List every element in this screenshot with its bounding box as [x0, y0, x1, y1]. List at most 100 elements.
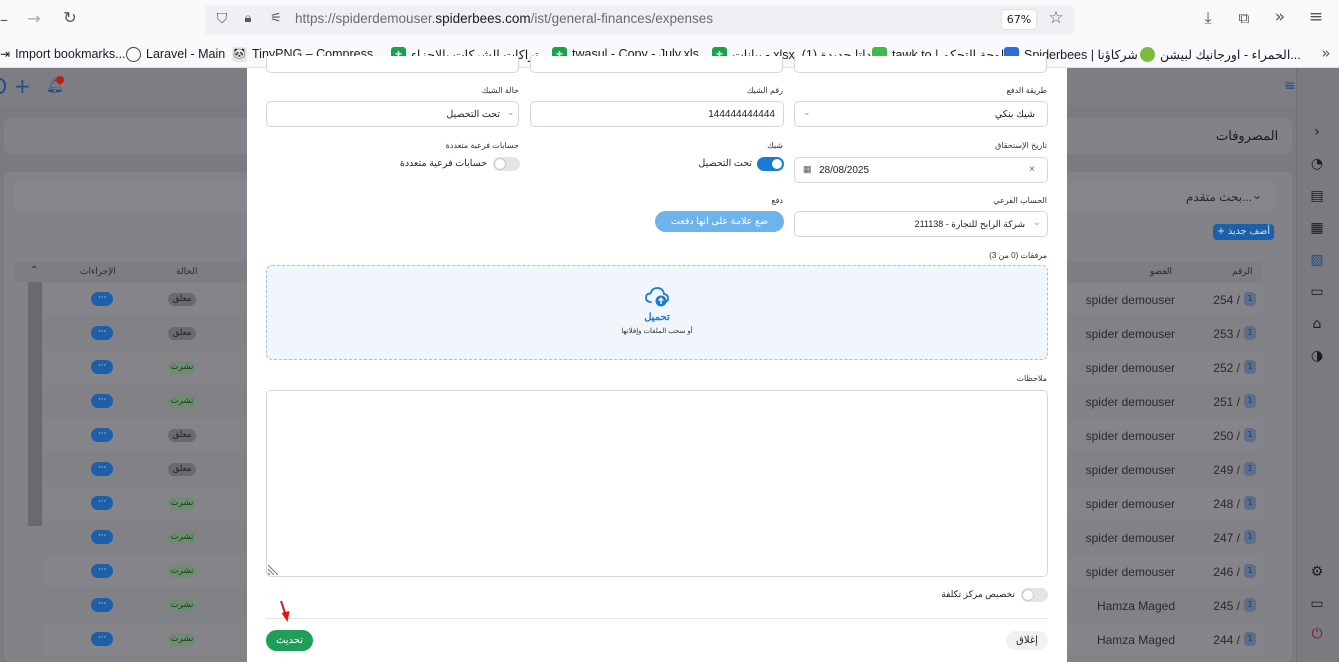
row-member: spider demouser	[1085, 497, 1175, 511]
row-id: 248 /	[1213, 497, 1240, 511]
add-icon[interactable]: +	[14, 76, 31, 96]
row-member: spider demouser	[1085, 361, 1175, 375]
col-actions: الإجراءات	[80, 266, 116, 276]
add-new-button[interactable]: + أضف جديد	[1213, 224, 1274, 240]
bookmark-laravel[interactable]: Laravel - Main	[126, 45, 225, 63]
status-badge: نشرت	[168, 599, 196, 612]
report-icon[interactable]: ◑	[1309, 348, 1325, 364]
col-status: الحالة	[176, 266, 198, 276]
row-actions-button[interactable]: ···	[91, 292, 113, 306]
browser-toolbar: – → ↻ ⛉ 🔒︎ ⚟ https://spiderdemouser.spid…	[0, 0, 1339, 40]
cheque-number-value: 144444444444	[708, 109, 775, 120]
notes-textarea[interactable]	[266, 390, 1048, 577]
payment-method-select[interactable]: ⌄ شيك بنكي	[794, 101, 1048, 127]
row-badge: 1	[1244, 496, 1256, 510]
close-button[interactable]: إغلاق	[1006, 631, 1048, 650]
status-badge: معلق	[168, 327, 196, 340]
status-badge: معلق	[168, 429, 196, 442]
gear-icon[interactable]: ⚙	[1309, 564, 1325, 580]
hamburger-icon[interactable]: ≡	[1284, 78, 1296, 94]
leaf-icon	[1140, 46, 1155, 62]
row-id: 249 /	[1213, 463, 1240, 477]
row-member: spider demouser	[1085, 531, 1175, 545]
row-badge: 1	[1244, 530, 1256, 544]
bookmarks-overflow-icon[interactable]: »	[1316, 44, 1336, 62]
zoom-level[interactable]: 67%	[1001, 9, 1037, 30]
row-actions-button[interactable]: ···	[91, 564, 113, 578]
update-button[interactable]: تحديث	[266, 630, 313, 651]
cropped-field-left[interactable]	[266, 56, 519, 73]
col-number: الرقم	[1232, 266, 1253, 276]
resize-handle-icon[interactable]	[267, 561, 282, 576]
panda-icon: 🐼︎	[232, 46, 247, 62]
wallet-icon[interactable]: ▭	[1309, 284, 1325, 300]
row-id: 250 /	[1213, 429, 1240, 443]
chevron-down-icon: ⌄	[507, 107, 515, 117]
url-text[interactable]: https://spiderdemouser.spiderbees.com/is…	[295, 11, 713, 26]
cropped-field-right[interactable]	[794, 56, 1047, 73]
row-actions-button[interactable]: ···	[91, 360, 113, 374]
row-member: spider demouser	[1085, 293, 1175, 307]
bank-icon[interactable]: ⌂	[1309, 316, 1325, 332]
status-badge: معلق	[168, 463, 196, 476]
page-title: المصروفات	[1216, 128, 1279, 143]
table-scrollbar[interactable]	[28, 282, 42, 526]
overflow-chevrons-icon[interactable]: »	[1270, 8, 1290, 26]
row-actions-button[interactable]: ···	[91, 394, 113, 408]
row-id: 247 /	[1213, 531, 1240, 545]
status-badge: نشرت	[168, 497, 196, 510]
chevron-down-icon[interactable]: ⌄	[1252, 188, 1262, 202]
row-actions-button[interactable]: ···	[91, 632, 113, 646]
clear-icon[interactable]: ×	[1029, 164, 1035, 175]
cost-center-toggle[interactable]	[1021, 588, 1048, 602]
back-arrow-icon[interactable]: –	[0, 11, 14, 29]
cheque-number-input[interactable]: 144444444444	[530, 101, 784, 127]
power-icon[interactable]: ⏻	[1309, 626, 1325, 642]
row-actions-button[interactable]: ···	[91, 428, 113, 442]
upload-hint: أو سحب الملفات وإفلاتها	[621, 328, 693, 335]
status-badge: نشرت	[168, 633, 196, 646]
bookmark-import[interactable]: ⇥ Import bookmarks...	[0, 45, 126, 63]
advanced-search-toggle[interactable]: بحث متقدم...	[1186, 190, 1252, 204]
chevron-up-icon[interactable]: ⌃	[30, 265, 38, 276]
row-badge: 1	[1244, 598, 1256, 612]
status-badge: نشرت	[168, 395, 196, 408]
invoice-icon[interactable]: ▤	[1309, 188, 1325, 204]
cheque-status-select[interactable]: ⌄ تحت التحصيل	[266, 101, 519, 127]
cheque-collection-toggle[interactable]	[757, 157, 784, 171]
sub-account-select[interactable]: ⌄ 211138 - شركة الرابح للتجارة	[794, 211, 1048, 237]
window-icon[interactable]: ▭	[1309, 596, 1325, 612]
star-icon[interactable]: ☆	[1046, 9, 1066, 27]
row-actions-button[interactable]: ···	[91, 598, 113, 612]
row-actions-button[interactable]: ···	[91, 496, 113, 510]
row-member: Hamza Maged	[1096, 599, 1175, 613]
cloud-upload-icon	[645, 287, 669, 307]
upload-title[interactable]: تحميل	[620, 312, 694, 323]
chevron-down-icon: ⌄	[803, 107, 811, 117]
extensions-icon[interactable]: ⧉	[1234, 9, 1254, 27]
sub-account-label: الحساب الفرعي	[993, 196, 1047, 205]
row-actions-button[interactable]: ···	[91, 326, 113, 340]
row-actions-button[interactable]: ···	[91, 462, 113, 476]
chevron-right-icon[interactable]: ›	[1309, 124, 1325, 140]
row-member: spider demouser	[1085, 565, 1175, 579]
forward-arrow-icon[interactable]: →	[24, 10, 44, 28]
dashboard-icon[interactable]: ◔	[1309, 156, 1325, 172]
cropped-field-middle[interactable]	[530, 56, 783, 73]
receipt-icon[interactable]: ▦	[1309, 220, 1325, 236]
expenses-icon[interactable]: ▧	[1309, 252, 1325, 268]
mark-as-paid-button[interactable]: ضع علامة على انها دفعت	[655, 211, 784, 232]
row-id: 252 /	[1213, 361, 1240, 375]
bookmark-organic[interactable]: الحمراء - اورجانيك لبيشن...	[1140, 45, 1301, 63]
menu-icon[interactable]: ≡	[1306, 8, 1326, 26]
reload-icon[interactable]: ↻	[60, 9, 80, 27]
permissions-icon[interactable]: ⚟	[266, 10, 286, 28]
row-id: 254 /	[1213, 293, 1240, 307]
shield-icon[interactable]: ⛉	[212, 10, 232, 28]
attachments-label: مرفقات (0 من 3)	[989, 251, 1047, 260]
multi-accounts-toggle[interactable]	[493, 157, 520, 171]
lock-icon[interactable]: 🔒︎	[238, 10, 258, 28]
due-date-input[interactable]: ▦ 28/08/2025 ×	[794, 157, 1048, 183]
row-actions-button[interactable]: ···	[91, 530, 113, 544]
downloads-icon[interactable]: ⤓	[1198, 9, 1218, 27]
